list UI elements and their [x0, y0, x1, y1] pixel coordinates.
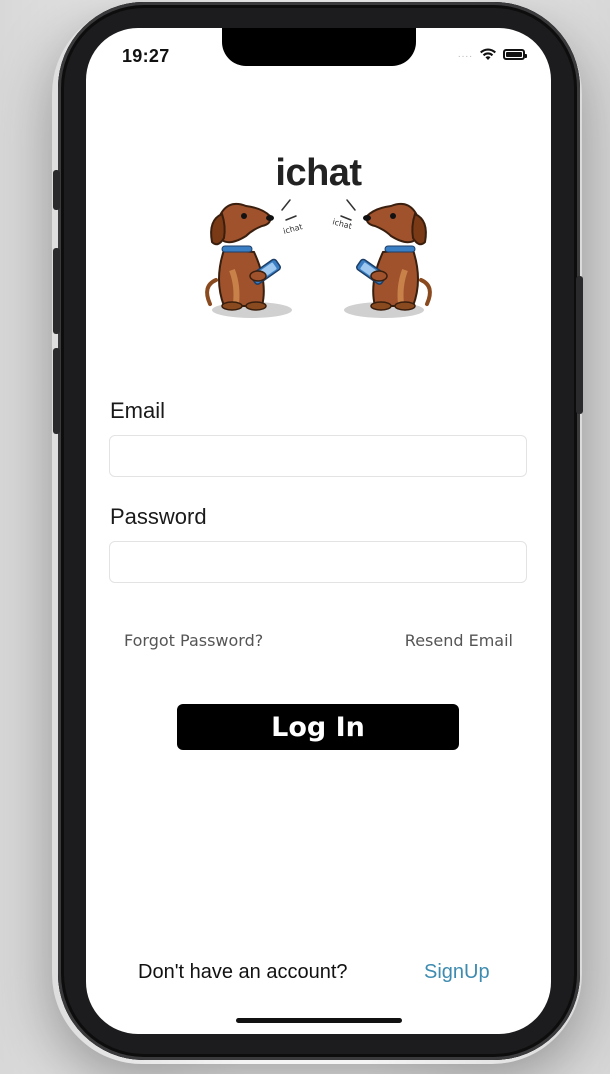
battery-icon: [503, 49, 527, 60]
home-indicator: [236, 1018, 402, 1023]
volume-up-button: [53, 248, 60, 334]
forgot-password-link[interactable]: Forgot Password?: [124, 631, 263, 650]
signup-link[interactable]: SignUp: [424, 961, 490, 984]
status-time: 19:27: [122, 46, 170, 66]
email-label: Email: [110, 398, 166, 423]
app-screen: 19:27 .... ichat ichat ichat Email Passw…: [86, 28, 551, 1034]
right-dog: [356, 202, 432, 311]
dogs-illustration: ichat ichat: [205, 199, 432, 318]
silent-switch: [53, 170, 60, 210]
power-button: [576, 276, 583, 414]
status-icons: ....: [457, 48, 527, 61]
speech-text-left: ichat: [282, 222, 303, 236]
speech-lines: [281, 199, 356, 221]
volume-down-button: [53, 348, 60, 434]
email-field[interactable]: [109, 435, 527, 477]
resend-email-link[interactable]: Resend Email: [405, 631, 513, 650]
signup-prompt: Don't have an account?: [138, 961, 348, 983]
password-label: Password: [110, 504, 207, 529]
signal-icon: ....: [457, 49, 473, 60]
notch: [222, 28, 416, 66]
wifi-icon: [480, 48, 496, 60]
logo-text: ichat: [275, 152, 362, 194]
login-button[interactable]: Log In: [177, 704, 459, 750]
app-logo: ichat ichat ichat: [196, 148, 441, 323]
password-field[interactable]: [109, 541, 527, 583]
left-dog: [205, 202, 281, 311]
